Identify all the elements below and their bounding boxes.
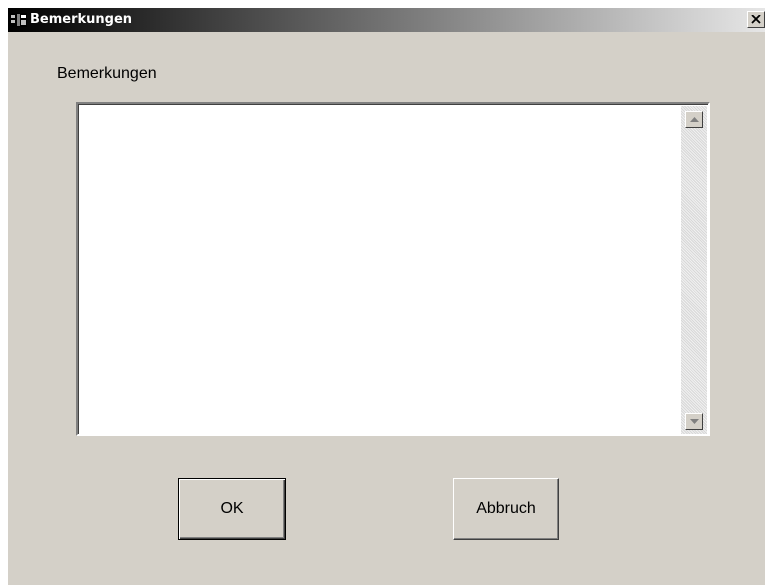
close-icon <box>751 15 761 24</box>
arrow-down-icon <box>690 419 699 424</box>
remarks-label: Bemerkungen <box>57 65 157 82</box>
dialog-window: Bemerkungen Bemerkungen OK Abbruch <box>8 8 765 585</box>
scroll-up-button[interactable] <box>685 111 703 128</box>
vertical-scrollbar[interactable] <box>681 106 707 434</box>
close-button[interactable] <box>747 11 765 28</box>
app-window-icon <box>10 13 27 27</box>
cancel-button[interactable]: Abbruch <box>453 478 559 540</box>
title-bar[interactable]: Bemerkungen <box>8 8 765 32</box>
ok-button[interactable]: OK <box>178 478 286 540</box>
arrow-up-icon <box>690 117 699 122</box>
remarks-textarea[interactable] <box>81 107 679 431</box>
remarks-textarea-frame <box>76 102 710 436</box>
textarea-inner-border <box>78 104 708 434</box>
scroll-down-button[interactable] <box>685 413 703 430</box>
window-title: Bemerkungen <box>30 12 133 27</box>
